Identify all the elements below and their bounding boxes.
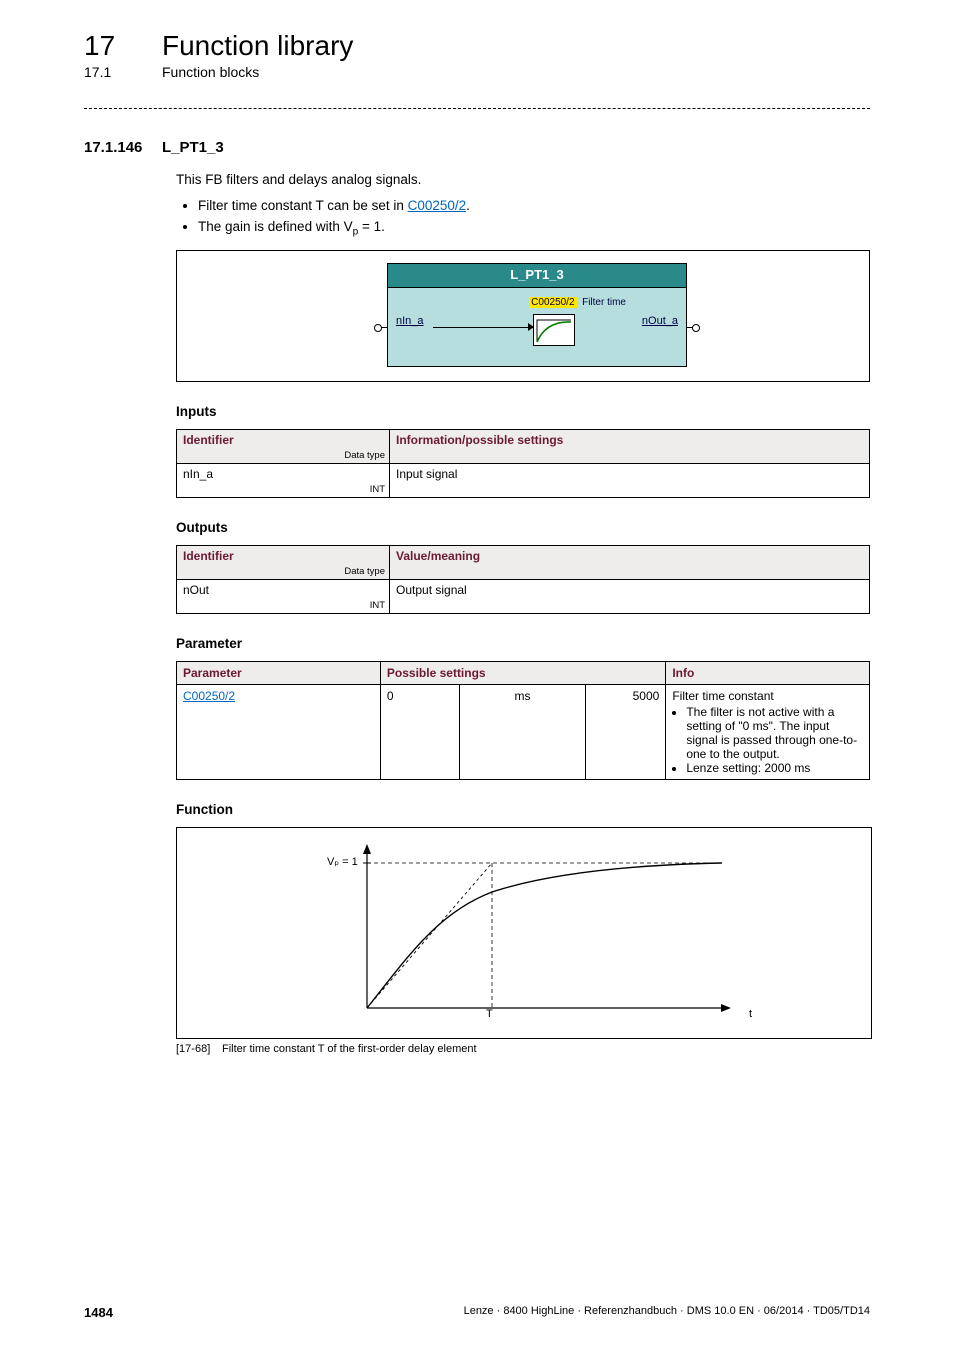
inputs-col-identifier: Identifier Data type [177, 430, 390, 464]
time-constant-label: T [486, 1008, 493, 1020]
time-axis-label: t [749, 1008, 752, 1020]
figure-caption-text: Filter time constant T of the first-orde… [222, 1043, 477, 1055]
section-body: This FB filters and delays analog signal… [176, 170, 870, 382]
table-row: nIn_a INT Input signal [177, 464, 870, 498]
fb-block-title: L_PT1_3 [387, 263, 687, 288]
section-intro: This FB filters and delays analog signal… [176, 170, 870, 190]
param-unit: ms [459, 685, 585, 780]
fb-input-label: nIn_a [396, 314, 424, 330]
page-header: 17 Function library 17.1 Function blocks [84, 30, 870, 80]
parameter-heading: Parameter [176, 636, 870, 651]
fb-output-port [692, 324, 700, 332]
page-footer: 1484 Lenze · 8400 HighLine · Referenzhan… [84, 1305, 870, 1320]
section-heading: 17.1.146 L_PT1_3 [84, 139, 870, 156]
page-number: 1484 [84, 1305, 113, 1320]
input-info: Input signal [390, 464, 870, 498]
outputs-col-identifier: Identifier Data type [177, 546, 390, 580]
fb-output-label: nOut_a [642, 314, 678, 330]
chapter-title: Function library [162, 30, 353, 62]
chapter-number: 17 [84, 30, 162, 62]
fb-diagram-frame: L_PT1_3 nIn_a C00250/2 Filter time [176, 250, 870, 382]
inputs-table: Identifier Data type Information/possibl… [176, 429, 870, 498]
footer-doc-id: Lenze · 8400 HighLine · Referenzhandbuch… [464, 1305, 870, 1320]
param-info-cell: Filter time constant The filter is not a… [666, 685, 870, 780]
input-datatype: INT [370, 484, 385, 495]
function-plot-frame: Vₚ = 1 T t [176, 827, 872, 1039]
output-identifier: nOut [183, 583, 209, 597]
param-col-settings: Possible settings [380, 662, 665, 685]
inputs-heading: Inputs [176, 404, 870, 419]
table-row: nOut INT Output signal [177, 580, 870, 614]
function-plot [327, 838, 747, 1028]
input-identifier: nIn_a [183, 467, 213, 481]
bullet-filter-constant: Filter time constant T can be set in C00… [198, 196, 870, 216]
param-info-bullet-2: Lenze setting: 2000 ms [686, 761, 863, 775]
outputs-heading: Outputs [176, 520, 870, 535]
figure-number: [17-68] [176, 1043, 222, 1055]
page-container: 17 Function library 17.1 Function blocks… [0, 0, 954, 1350]
separator-dashed [84, 108, 870, 109]
fb-input-port-line [381, 327, 388, 328]
param-info-bullet-1: The filter is not active with a setting … [686, 705, 863, 761]
subchapter-title: Function blocks [162, 64, 259, 80]
table-row: C00250/2 0 ms 5000 Filter time constant … [177, 685, 870, 780]
fb-block: L_PT1_3 nIn_a C00250/2 Filter time [387, 263, 687, 367]
inputs-col-datatype: Data type [344, 450, 385, 461]
section-number: 17.1.146 [84, 139, 162, 156]
fb-filter-icon [533, 314, 575, 346]
outputs-col-value: Value/meaning [390, 546, 870, 580]
parameter-table: Parameter Possible settings Info C00250/… [176, 661, 870, 780]
fb-param-code: C00250/2 [529, 297, 576, 308]
output-info: Output signal [390, 580, 870, 614]
outputs-col-datatype: Data type [344, 566, 385, 577]
param-link-c00250-2[interactable]: C00250/2 [183, 689, 235, 703]
outputs-table: Identifier Data type Value/meaning nOut … [176, 545, 870, 614]
fb-param-label: C00250/2 Filter time [529, 296, 626, 311]
fb-input-port [374, 324, 382, 332]
bullet-gain: The gain is defined with Vp = 1. [198, 217, 870, 240]
function-heading: Function [176, 802, 870, 817]
subchapter-number: 17.1 [84, 64, 162, 80]
inputs-col-info: Information/possible settings [390, 430, 870, 464]
param-max: 5000 [586, 685, 666, 780]
figure-caption: [17-68]Filter time constant T of the fir… [176, 1043, 870, 1055]
link-c00250-2[interactable]: C00250/2 [408, 198, 467, 213]
param-info-title: Filter time constant [672, 689, 773, 703]
param-col-info: Info [666, 662, 870, 685]
param-col-parameter: Parameter [177, 662, 381, 685]
param-min: 0 [380, 685, 459, 780]
section-title: L_PT1_3 [162, 139, 224, 156]
output-datatype: INT [370, 600, 385, 611]
fb-signal-arrow [433, 327, 533, 328]
